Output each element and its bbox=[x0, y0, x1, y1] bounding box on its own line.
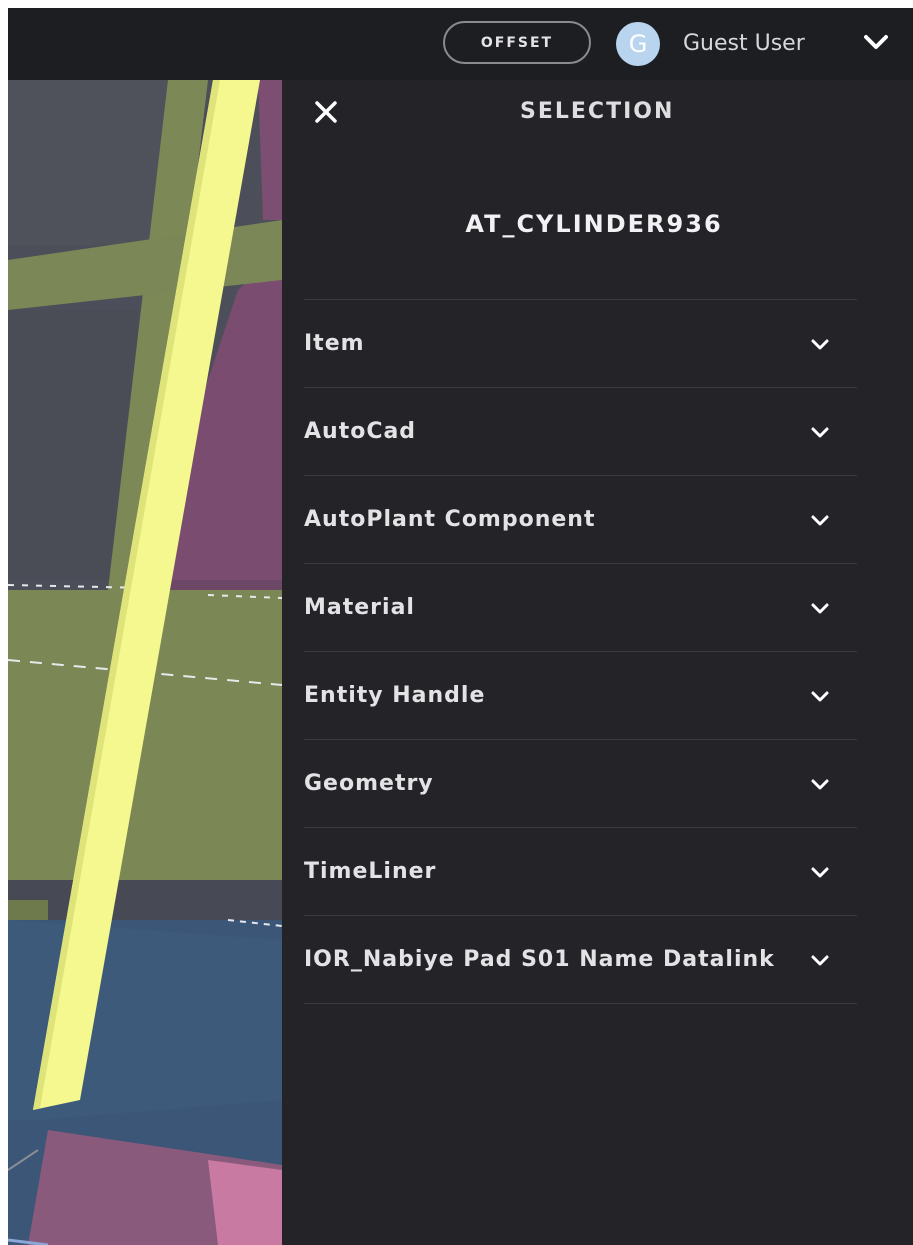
section-entity-handle[interactable]: Entity Handle bbox=[304, 652, 857, 740]
section-label: Geometry bbox=[304, 771, 434, 796]
section-label: Entity Handle bbox=[304, 683, 486, 708]
section-label: AutoCad bbox=[304, 419, 417, 444]
section-label: Item bbox=[304, 331, 365, 356]
section-autocad[interactable]: AutoCad bbox=[304, 388, 857, 476]
user-name[interactable]: Guest User bbox=[683, 30, 805, 58]
section-geometry[interactable]: Geometry bbox=[304, 740, 857, 828]
close-icon[interactable] bbox=[310, 96, 342, 128]
chevron-down-icon[interactable] bbox=[862, 32, 890, 52]
3d-viewport[interactable] bbox=[8, 80, 282, 1245]
section-timeliner[interactable]: TimeLiner bbox=[304, 828, 857, 916]
chevron-down-icon[interactable] bbox=[810, 690, 830, 704]
avatar[interactable]: G bbox=[616, 22, 660, 66]
section-item[interactable]: Item bbox=[304, 300, 857, 388]
chevron-down-icon[interactable] bbox=[810, 514, 830, 528]
top-bar: OFFSET G Guest User bbox=[8, 8, 913, 80]
selected-object-name: AT_CYLINDER936 bbox=[465, 210, 723, 238]
chevron-down-icon[interactable] bbox=[810, 602, 830, 616]
section-label: Material bbox=[304, 595, 415, 620]
section-label: AutoPlant Component bbox=[304, 507, 596, 532]
chevron-down-icon[interactable] bbox=[810, 426, 830, 440]
offset-button[interactable]: OFFSET bbox=[443, 21, 591, 64]
chevron-down-icon[interactable] bbox=[810, 778, 830, 792]
chevron-down-icon[interactable] bbox=[810, 866, 830, 880]
section-ior-datalink[interactable]: IOR_Nabiye Pad S01 Name Datalink bbox=[304, 916, 857, 1004]
chevron-down-icon[interactable] bbox=[810, 954, 830, 968]
section-material[interactable]: Material bbox=[304, 564, 857, 652]
property-sections: Item AutoCad AutoPlant Component Materia… bbox=[304, 299, 857, 1004]
model-scene bbox=[8, 80, 282, 1245]
section-label: IOR_Nabiye Pad S01 Name Datalink bbox=[304, 947, 775, 972]
section-label: TimeLiner bbox=[304, 859, 437, 884]
section-autoplant-component[interactable]: AutoPlant Component bbox=[304, 476, 857, 564]
panel-title: SELECTION bbox=[520, 99, 675, 124]
chevron-down-icon[interactable] bbox=[810, 338, 830, 352]
